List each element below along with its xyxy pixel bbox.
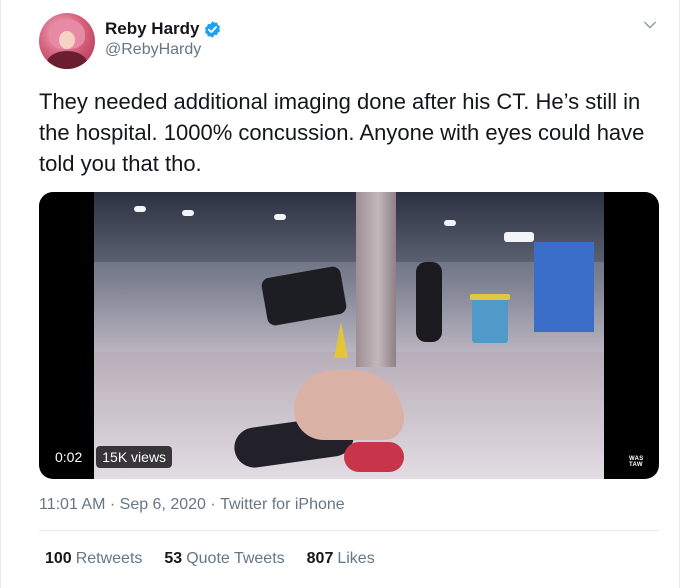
video-player[interactable]: 0:02 15K views WAS TAW [39,192,659,479]
tweet-time[interactable]: 11:01 AM [39,496,105,514]
video-scene-bin [472,297,508,343]
video-scene-bin-lid [470,294,510,300]
likes-count: 807 [306,550,334,567]
video-scene-wall [534,242,594,332]
quote-tweets-count: 53 [164,550,183,567]
avatar-body [47,51,87,69]
divider [39,530,659,531]
video-scene-light [182,210,194,216]
tweet-card: Reby Hardy @RebyHardy They needed additi… [0,0,680,588]
video-scene-light [134,206,146,212]
video-scene-light [274,214,286,220]
tweet-date[interactable]: Sep 6, 2020 [120,496,206,514]
avatar-face [59,31,75,49]
verified-badge-icon [205,20,221,38]
video-scene-figure [416,262,442,342]
video-views: 15K views [96,446,173,468]
engagement-stats: 100 Retweets 53 Quote Tweets 807 Likes [45,550,397,568]
chevron-down-icon[interactable] [641,16,659,34]
meta-separator: · [105,496,120,513]
user-handle[interactable]: @RebyHardy [105,41,201,59]
likes-stat[interactable]: 807 Likes [307,550,375,568]
video-overlay: 0:02 15K views [49,446,173,468]
video-timestamp: 0:02 [49,446,89,468]
avatar[interactable] [39,13,95,69]
quote-tweets-label: Quote Tweets [186,550,285,567]
retweets-label: Retweets [75,550,143,567]
video-scene-figure [260,265,348,327]
video-scene-pillar [356,192,396,367]
tweet-meta: 11:01 AM · Sep 6, 2020 · Twitter for iPh… [39,496,345,514]
video-scene-light [444,220,456,226]
video-scene-cone [334,322,348,358]
video-watermark: WAS TAW [629,456,644,468]
quote-tweets-stat[interactable]: 53 Quote Tweets [164,550,284,568]
video-scene-ceiling [94,192,604,262]
tweet-source[interactable]: Twitter for iPhone [220,496,345,514]
likes-label: Likes [337,550,375,567]
retweets-count: 100 [45,550,72,567]
video-frame[interactable] [94,192,604,479]
meta-separator: · [205,496,221,513]
video-scene-figure [344,442,404,472]
retweets-stat[interactable]: 100 Retweets [45,550,142,568]
video-scene-light [504,232,534,242]
display-name[interactable]: Reby Hardy [105,19,199,39]
name-row: Reby Hardy [105,17,222,41]
tweet-text: They needed additional imaging done afte… [39,89,645,176]
